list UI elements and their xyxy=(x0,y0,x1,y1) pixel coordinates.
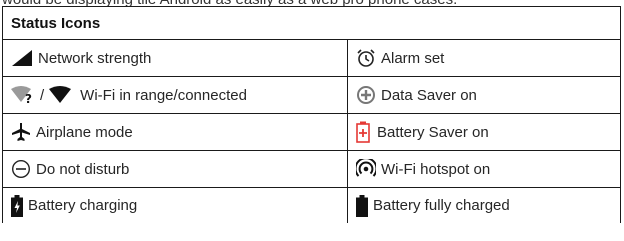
network-strength-icon xyxy=(11,49,33,67)
table-row: Do not disturb Wi-Fi hotspot on xyxy=(2,150,621,188)
table-cell: Network strength xyxy=(2,39,348,77)
wifi-hotspot-icon xyxy=(356,159,376,179)
item-label: Do not disturb xyxy=(36,160,130,178)
table-cell: Battery fully charged xyxy=(347,187,621,223)
data-saver-icon xyxy=(356,85,376,105)
table-row: Airplane mode Battery Saver on xyxy=(2,113,621,151)
item-label: Battery Saver on xyxy=(377,123,489,141)
table-cell: Data Saver on xyxy=(347,76,621,114)
table-row: ? / Wi-Fi in range/connected Data Saver … xyxy=(2,76,621,114)
table-cell: Battery charging xyxy=(2,187,348,223)
table-cell: Do not disturb xyxy=(2,150,348,188)
battery-full-icon xyxy=(356,194,368,217)
item-label: Airplane mode xyxy=(36,123,133,141)
slash-separator: / xyxy=(40,86,45,104)
alarm-clock-icon xyxy=(356,48,376,68)
wifi-in-range-icon: ? xyxy=(11,86,39,104)
item-label: Data Saver on xyxy=(381,86,477,104)
svg-text:?: ? xyxy=(25,92,32,104)
battery-charging-icon xyxy=(11,194,23,217)
table-cell: ? / Wi-Fi in range/connected xyxy=(2,76,348,114)
table-cell: Wi-Fi hotspot on xyxy=(347,150,621,188)
table-row: Battery charging Battery fully charged xyxy=(2,187,621,223)
item-label: Battery charging xyxy=(28,197,138,214)
table-cell: Airplane mode xyxy=(2,113,348,151)
battery-saver-icon xyxy=(356,121,370,143)
table-row: Network strength Alarm set xyxy=(2,39,621,77)
item-label: Battery fully charged xyxy=(373,197,510,214)
status-icons-table: Status Icons Network strength Alarm set … xyxy=(2,6,621,223)
table-cell: Battery Saver on xyxy=(347,113,621,151)
table-cell: Alarm set xyxy=(347,39,621,77)
airplane-icon xyxy=(11,122,31,142)
table-header: Status Icons xyxy=(2,6,621,40)
item-label: Network strength xyxy=(38,49,152,67)
item-label: Alarm set xyxy=(381,49,445,67)
do-not-disturb-icon xyxy=(11,159,31,179)
wifi-connected-icon xyxy=(49,86,72,104)
item-label: Wi-Fi hotspot on xyxy=(381,160,491,178)
item-label: Wi-Fi in range/connected xyxy=(80,86,247,104)
